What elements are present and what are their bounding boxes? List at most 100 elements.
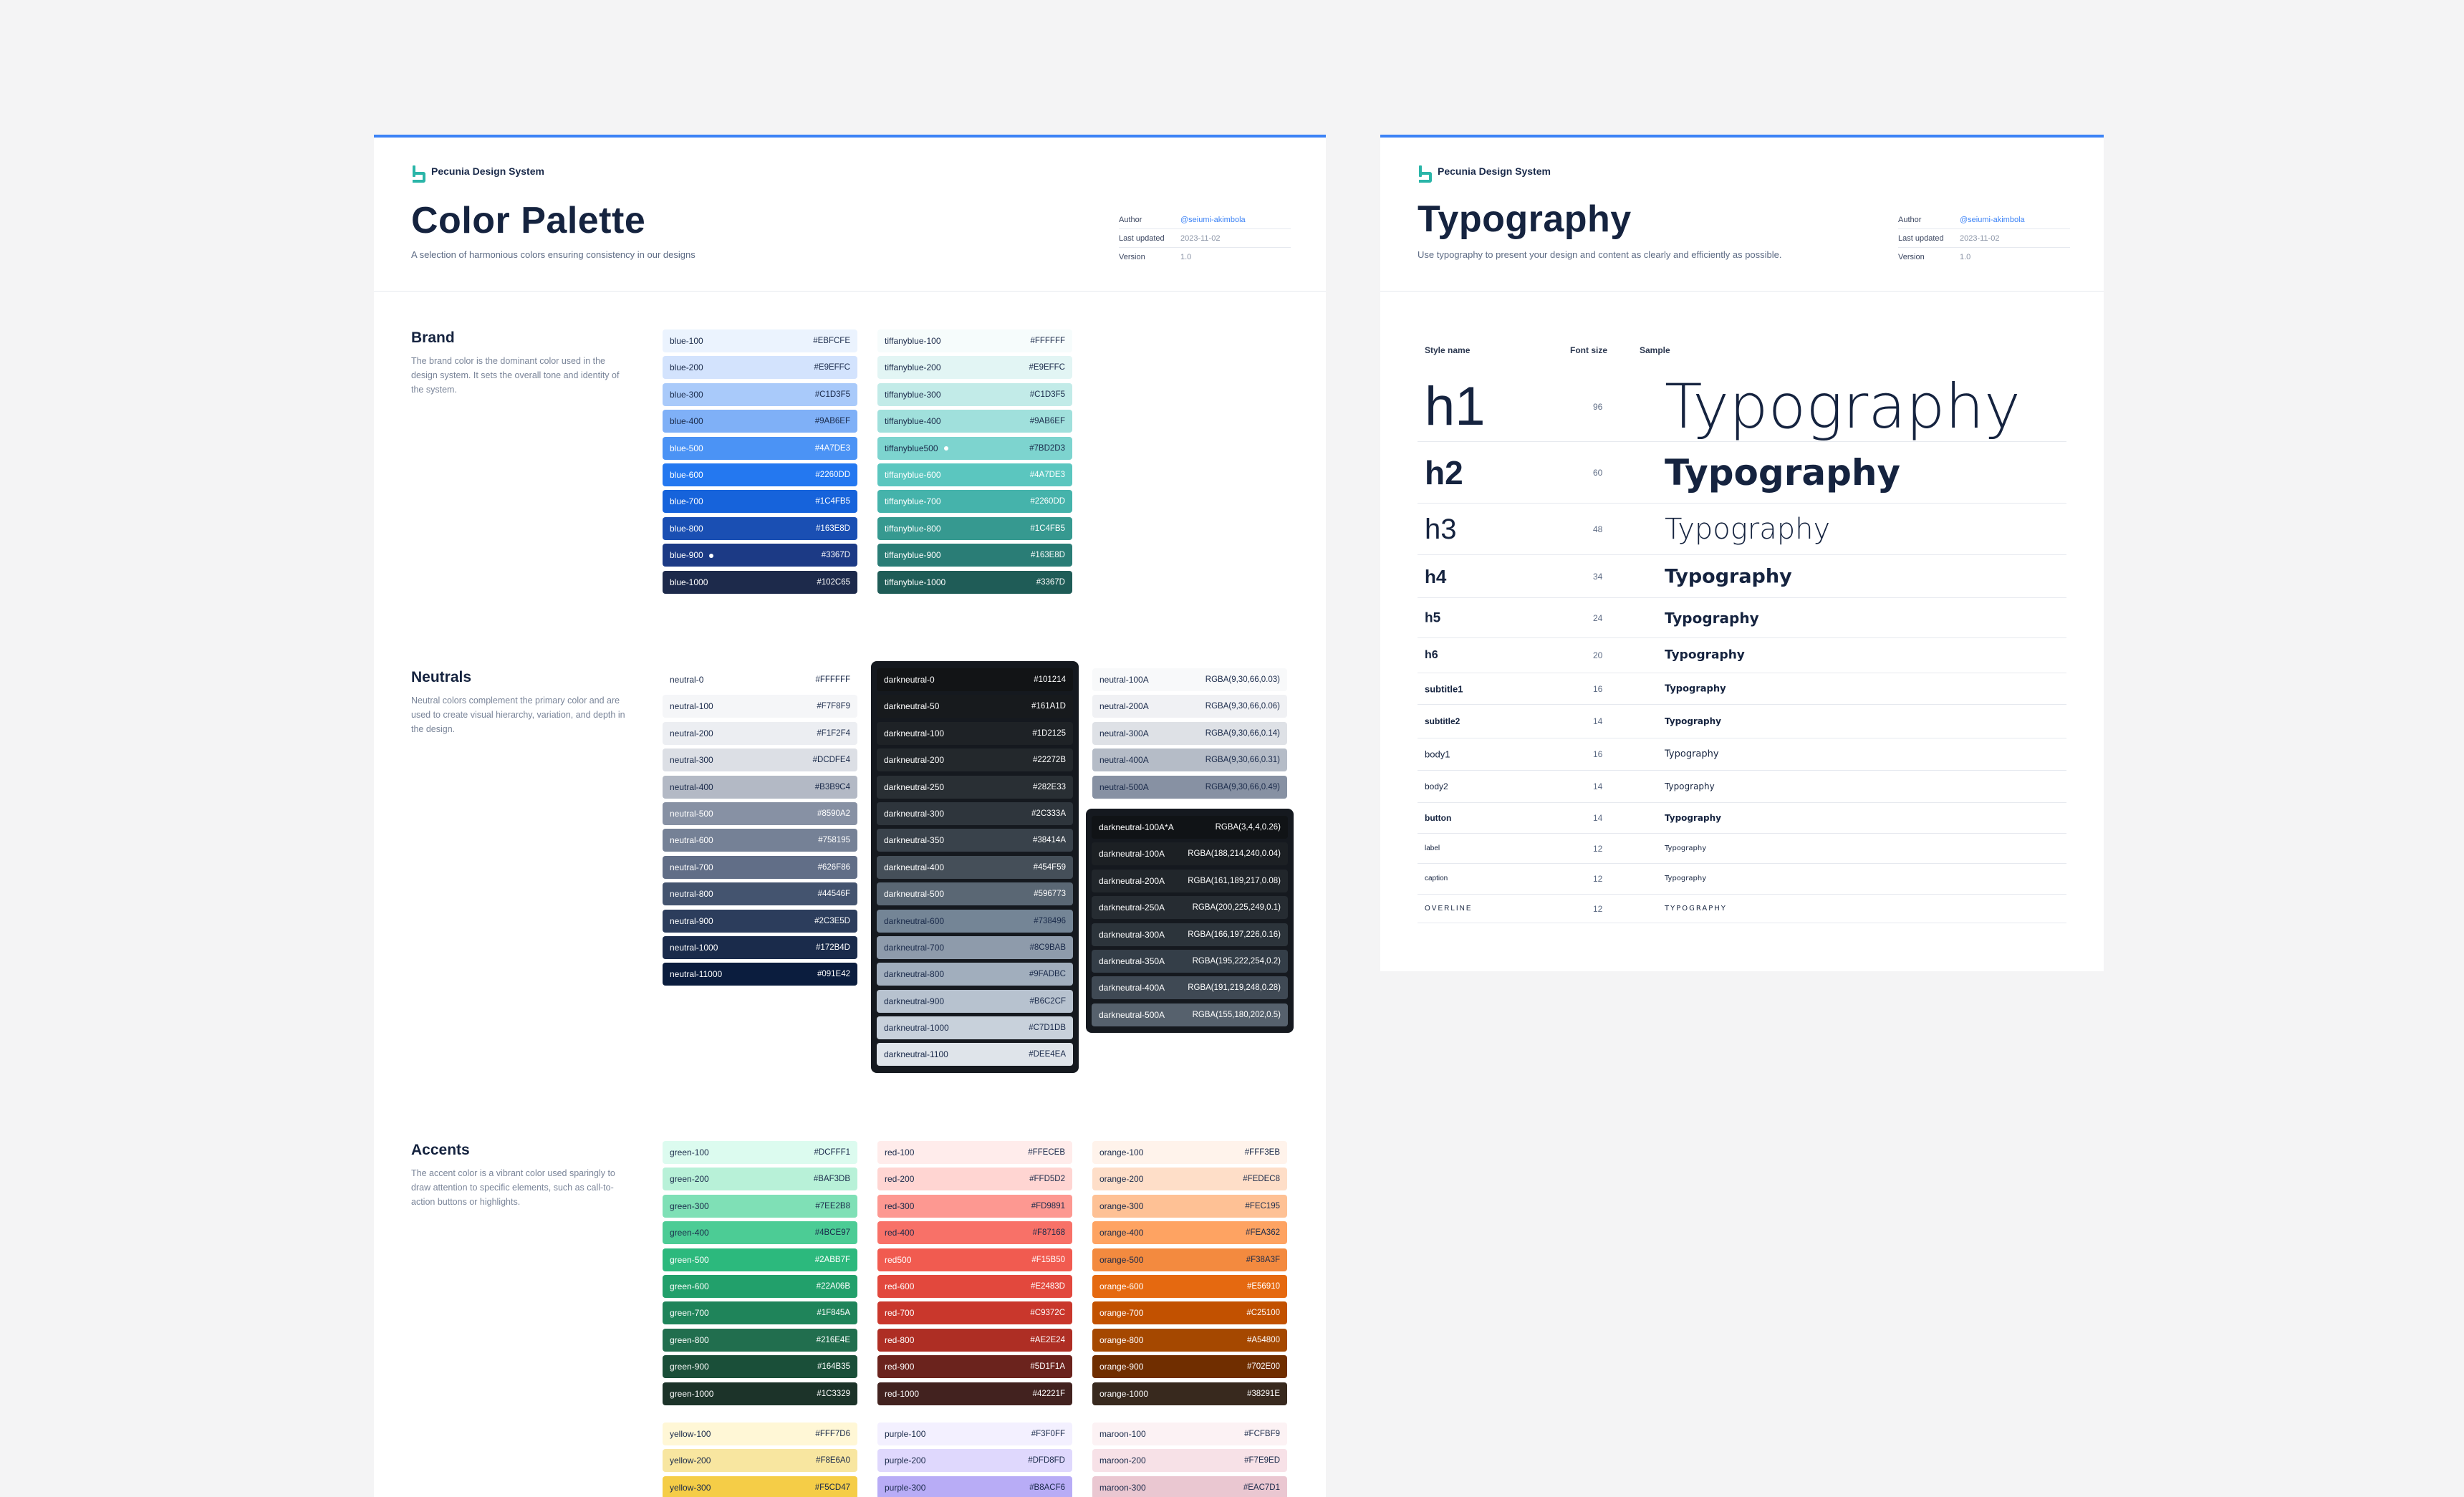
color-swatch[interactable]: green-500 #2ABB7F	[663, 1248, 857, 1271]
color-swatch[interactable]: orange-100 #FFF3EB	[1092, 1141, 1287, 1164]
color-swatch[interactable]: darkneutral-200 #22272B	[877, 748, 1073, 772]
color-swatch[interactable]: purple-200 #DFD8FD	[877, 1449, 1072, 1473]
color-swatch[interactable]: blue-500 #4A7DE3	[663, 436, 857, 460]
color-swatch[interactable]: neutral-600 #758195	[663, 829, 857, 852]
color-swatch[interactable]: darkneutral-600 #738496	[877, 909, 1073, 933]
color-swatch[interactable]: red-100 #FFECEB	[877, 1141, 1072, 1164]
color-swatch[interactable]: green-200 #BAF3DB	[663, 1168, 857, 1191]
color-swatch[interactable]: darkneutral-800 #9FADBC	[877, 963, 1073, 986]
color-swatch[interactable]: tiffanyblue500 #7BD2D3	[877, 436, 1072, 460]
color-swatch[interactable]: neutral-300 #DCDFE4	[663, 748, 857, 772]
color-swatch[interactable]: neutral-400 #B3B9C4	[663, 775, 857, 799]
color-swatch[interactable]: darkneutral-350A RGBA(195,222,254,0.2)	[1092, 949, 1288, 973]
color-swatch[interactable]: yellow-200 #F8E6A0	[663, 1449, 857, 1473]
color-swatch[interactable]: darkneutral-500A RGBA(155,180,202,0.5)	[1092, 1003, 1288, 1026]
color-swatch[interactable]: neutral-200 #F1F2F4	[663, 721, 857, 745]
color-swatch[interactable]: green-300 #7EE2B8	[663, 1194, 857, 1218]
color-swatch[interactable]: blue-400 #9AB6EF	[663, 410, 857, 433]
color-swatch[interactable]: neutral-100 #F7F8F9	[663, 695, 857, 718]
color-swatch[interactable]: neutral-800 #44546F	[663, 882, 857, 906]
color-swatch[interactable]: orange-500 #F38A3F	[1092, 1248, 1287, 1271]
color-swatch[interactable]: tiffanyblue-600 #4A7DE3	[877, 463, 1072, 486]
color-swatch[interactable]: green-700 #1F845A	[663, 1301, 857, 1325]
color-swatch[interactable]: neutral-300A RGBA(9,30,66,0.14)	[1092, 721, 1287, 745]
color-swatch[interactable]: blue-1000 #102C65	[663, 570, 857, 594]
color-swatch[interactable]: red-800 #AE2E24	[877, 1328, 1072, 1352]
color-swatch[interactable]: purple-300 #B8ACF6	[877, 1476, 1072, 1497]
color-swatch[interactable]: blue-300 #C1D3F5	[663, 382, 857, 406]
color-swatch[interactable]: green-600 #22A06B	[663, 1274, 857, 1298]
color-swatch[interactable]: darkneutral-200A RGBA(161,189,217,0.08)	[1092, 869, 1288, 892]
color-swatch[interactable]: neutral-400A RGBA(9,30,66,0.31)	[1092, 748, 1287, 772]
color-swatch[interactable]: orange-200 #FEDEC8	[1092, 1168, 1287, 1191]
color-swatch[interactable]: red-700 #C9372C	[877, 1301, 1072, 1325]
color-swatch[interactable]: blue-600 #2260DD	[663, 463, 857, 486]
color-swatch[interactable]: neutral-11000 #091E42	[663, 963, 857, 986]
color-swatch[interactable]: red-400 #F87168	[877, 1221, 1072, 1245]
color-swatch[interactable]: darkneutral-1000 #C7D1DB	[877, 1016, 1073, 1040]
color-swatch[interactable]: tiffanyblue-200 #E9EFFC	[877, 356, 1072, 380]
color-swatch[interactable]: neutral-500A RGBA(9,30,66,0.49)	[1092, 775, 1287, 799]
color-swatch[interactable]: blue-100 #EBFCFE	[663, 329, 857, 352]
color-swatch[interactable]: darkneutral-400 #454F59	[877, 855, 1073, 879]
color-swatch[interactable]: tiffanyblue-300 #C1D3F5	[877, 382, 1072, 406]
color-swatch[interactable]: darkneutral-100A*A RGBA(3,4,4,0.26)	[1092, 816, 1288, 839]
color-swatch[interactable]: blue-800 #163E8D	[663, 516, 857, 540]
color-swatch[interactable]: green-800 #216E4E	[663, 1328, 857, 1352]
color-swatch[interactable]: darkneutral-350 #38414A	[877, 829, 1073, 852]
color-swatch[interactable]: neutral-100A RGBA(9,30,66,0.03)	[1092, 668, 1287, 691]
color-swatch[interactable]: neutral-1000 #172B4D	[663, 935, 857, 959]
color-swatch[interactable]: darkneutral-400A RGBA(191,219,248,0.28)	[1092, 976, 1288, 1000]
color-swatch[interactable]: red-300 #FD9891	[877, 1194, 1072, 1218]
color-swatch[interactable]: blue-900 #3367D	[663, 544, 857, 567]
color-swatch[interactable]: tiffanyblue-1000 #3367D	[877, 570, 1072, 594]
color-swatch[interactable]: orange-1000 #38291E	[1092, 1382, 1287, 1405]
author-link[interactable]: @seiumi-akimbola	[1960, 216, 2025, 224]
color-swatch[interactable]: neutral-200A RGBA(9,30,66,0.06)	[1092, 695, 1287, 718]
color-swatch[interactable]: tiffanyblue-400 #9AB6EF	[877, 410, 1072, 433]
color-swatch[interactable]: orange-900 #702E00	[1092, 1355, 1287, 1379]
color-swatch[interactable]: blue-700 #1C4FB5	[663, 490, 857, 514]
color-swatch[interactable]: neutral-500 #8590A2	[663, 802, 857, 825]
color-swatch[interactable]: tiffanyblue-800 #1C4FB5	[877, 516, 1072, 540]
color-swatch[interactable]: green-400 #4BCE97	[663, 1221, 857, 1245]
color-swatch[interactable]: tiffanyblue-900 #163E8D	[877, 544, 1072, 567]
color-swatch[interactable]: green-1000 #1C3329	[663, 1382, 857, 1405]
color-swatch[interactable]: green-100 #DCFFF1	[663, 1141, 857, 1164]
color-swatch[interactable]: tiffanyblue-100 #FFFFFF	[877, 329, 1072, 352]
color-swatch[interactable]: darkneutral-300 #2C333A	[877, 802, 1073, 825]
color-swatch[interactable]: red-900 #5D1F1A	[877, 1355, 1072, 1379]
color-swatch[interactable]: darkneutral-900 #B6C2CF	[877, 989, 1073, 1013]
color-swatch[interactable]: maroon-200 #F7E9ED	[1092, 1449, 1287, 1473]
color-swatch[interactable]: darkneutral-50 #161A1D	[877, 695, 1073, 718]
color-swatch[interactable]: tiffanyblue-700 #2260DD	[877, 490, 1072, 514]
color-swatch[interactable]: darkneutral-100A RGBA(188,214,240,0.04)	[1092, 842, 1288, 866]
color-swatch[interactable]: neutral-900 #2C3E5D	[663, 909, 857, 933]
color-swatch[interactable]: maroon-300 #EAC7D1	[1092, 1476, 1287, 1497]
color-swatch[interactable]: neutral-700 #626F86	[663, 855, 857, 879]
color-swatch[interactable]: darkneutral-300A RGBA(166,197,226,0.16)	[1092, 923, 1288, 946]
color-swatch[interactable]: darkneutral-500 #596773	[877, 882, 1073, 906]
color-swatch[interactable]: neutral-0 #FFFFFF	[663, 668, 857, 691]
color-swatch[interactable]: purple-100 #F3F0FF	[877, 1423, 1072, 1445]
color-swatch[interactable]: maroon-100 #FCFBF9	[1092, 1423, 1287, 1445]
color-swatch[interactable]: orange-400 #FEA362	[1092, 1221, 1287, 1245]
author-link[interactable]: @seiumi-akimbola	[1180, 216, 1246, 224]
color-swatch[interactable]: darkneutral-700 #8C9BAB	[877, 935, 1073, 959]
color-swatch[interactable]: darkneutral-0 #101214	[877, 668, 1073, 691]
color-swatch[interactable]: red500 #F15B50	[877, 1248, 1072, 1271]
color-swatch[interactable]: yellow-300 #F5CD47	[663, 1476, 857, 1497]
color-swatch[interactable]: blue-200 #E9EFFC	[663, 356, 857, 380]
color-swatch[interactable]: yellow-100 #FFF7D6	[663, 1423, 857, 1445]
color-swatch[interactable]: red-200 #FFD5D2	[877, 1168, 1072, 1191]
color-swatch[interactable]: darkneutral-250A RGBA(200,225,249,0.1)	[1092, 896, 1288, 920]
color-swatch[interactable]: red-1000 #42221F	[877, 1382, 1072, 1405]
color-swatch[interactable]: darkneutral-100 #1D2125	[877, 721, 1073, 745]
color-swatch[interactable]: red-600 #E2483D	[877, 1274, 1072, 1298]
color-swatch[interactable]: orange-300 #FEC195	[1092, 1194, 1287, 1218]
color-swatch[interactable]: orange-600 #E56910	[1092, 1274, 1287, 1298]
color-swatch[interactable]: orange-800 #A54800	[1092, 1328, 1287, 1352]
color-swatch[interactable]: green-900 #164B35	[663, 1355, 857, 1379]
color-swatch[interactable]: darkneutral-1100 #DEE4EA	[877, 1043, 1073, 1067]
color-swatch[interactable]: orange-700 #C25100	[1092, 1301, 1287, 1325]
